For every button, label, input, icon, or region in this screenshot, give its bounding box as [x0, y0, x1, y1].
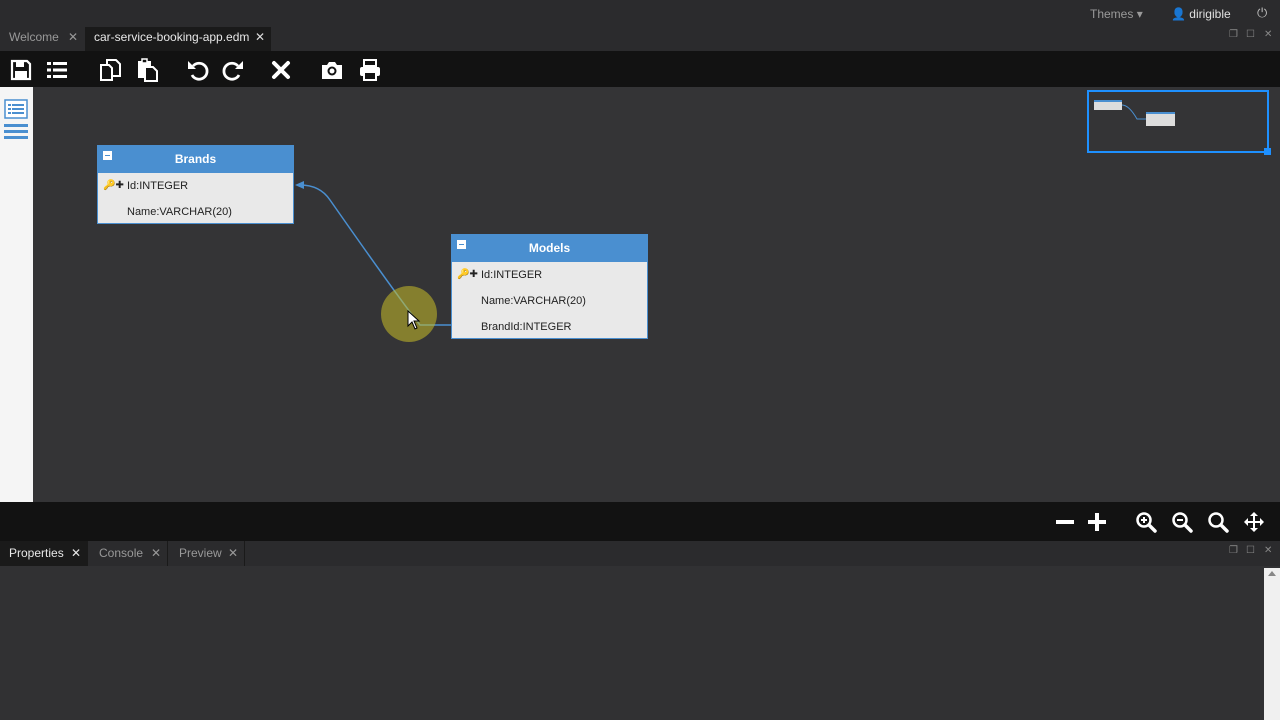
zoom-actual-button[interactable] — [1206, 510, 1230, 534]
bottom-panel-tabs: Properties ✕ Console ✕ Preview ✕ ❐ ☐ ✕ — [0, 541, 1280, 566]
maximize-icon[interactable]: ☐ — [1246, 545, 1255, 556]
panel-scrollbar[interactable] — [1264, 568, 1280, 720]
minimap[interactable] — [1087, 90, 1271, 155]
collapse-all-button[interactable] — [1053, 510, 1077, 534]
entity-models[interactable]: Models 🔑✚ Id:INTEGER Name:VARCHAR(20) Br… — [451, 234, 648, 339]
minimap-resize-handle[interactable] — [1264, 148, 1271, 155]
scroll-up-icon[interactable] — [1268, 571, 1276, 576]
collapse-icon[interactable] — [457, 240, 466, 249]
close-icon[interactable]: ✕ — [151, 541, 161, 565]
primary-key-icon: 🔑✚ — [457, 269, 478, 280]
minus-icon — [1056, 520, 1074, 524]
entity-row[interactable]: Name:VARCHAR(20) — [98, 199, 293, 225]
zoom-in-button[interactable] — [1134, 510, 1158, 534]
entity-header: Models — [452, 235, 647, 262]
entity-row[interactable]: Name:VARCHAR(20) — [452, 288, 647, 314]
properties-panel — [0, 566, 1280, 720]
tab-properties[interactable]: Properties ✕ — [0, 541, 88, 566]
primary-key-icon: 🔑✚ — [103, 180, 124, 191]
entity-brands[interactable]: Brands 🔑✚ Id:INTEGER Name:VARCHAR(20) — [97, 145, 294, 224]
zoom-in-icon — [1136, 512, 1157, 533]
entity-row[interactable]: BrandId:INTEGER — [452, 314, 647, 340]
zoom-out-icon — [1172, 512, 1193, 533]
restore-icon[interactable]: ❐ — [1229, 545, 1238, 556]
close-icon[interactable]: ✕ — [1264, 545, 1272, 556]
entity-row[interactable]: 🔑✚ Id:INTEGER — [452, 262, 647, 288]
search-icon — [1208, 512, 1229, 533]
zoom-toolbar — [0, 502, 1280, 541]
tab-preview[interactable]: Preview ✕ — [170, 541, 245, 566]
minimap-edge — [1121, 104, 1146, 120]
fit-button[interactable] — [1242, 510, 1266, 534]
collapse-icon[interactable] — [103, 151, 112, 160]
move-icon — [1244, 512, 1264, 532]
mouse-cursor-icon — [407, 310, 421, 330]
close-icon[interactable]: ✕ — [228, 541, 238, 565]
expand-all-button[interactable] — [1085, 510, 1109, 534]
plus-icon — [1088, 513, 1106, 531]
entity-header: Brands — [98, 146, 293, 173]
entity-row[interactable]: 🔑✚ Id:INTEGER — [98, 173, 293, 199]
zoom-out-button[interactable] — [1170, 510, 1194, 534]
tab-console[interactable]: Console ✕ — [90, 541, 168, 566]
close-icon[interactable]: ✕ — [71, 541, 81, 565]
